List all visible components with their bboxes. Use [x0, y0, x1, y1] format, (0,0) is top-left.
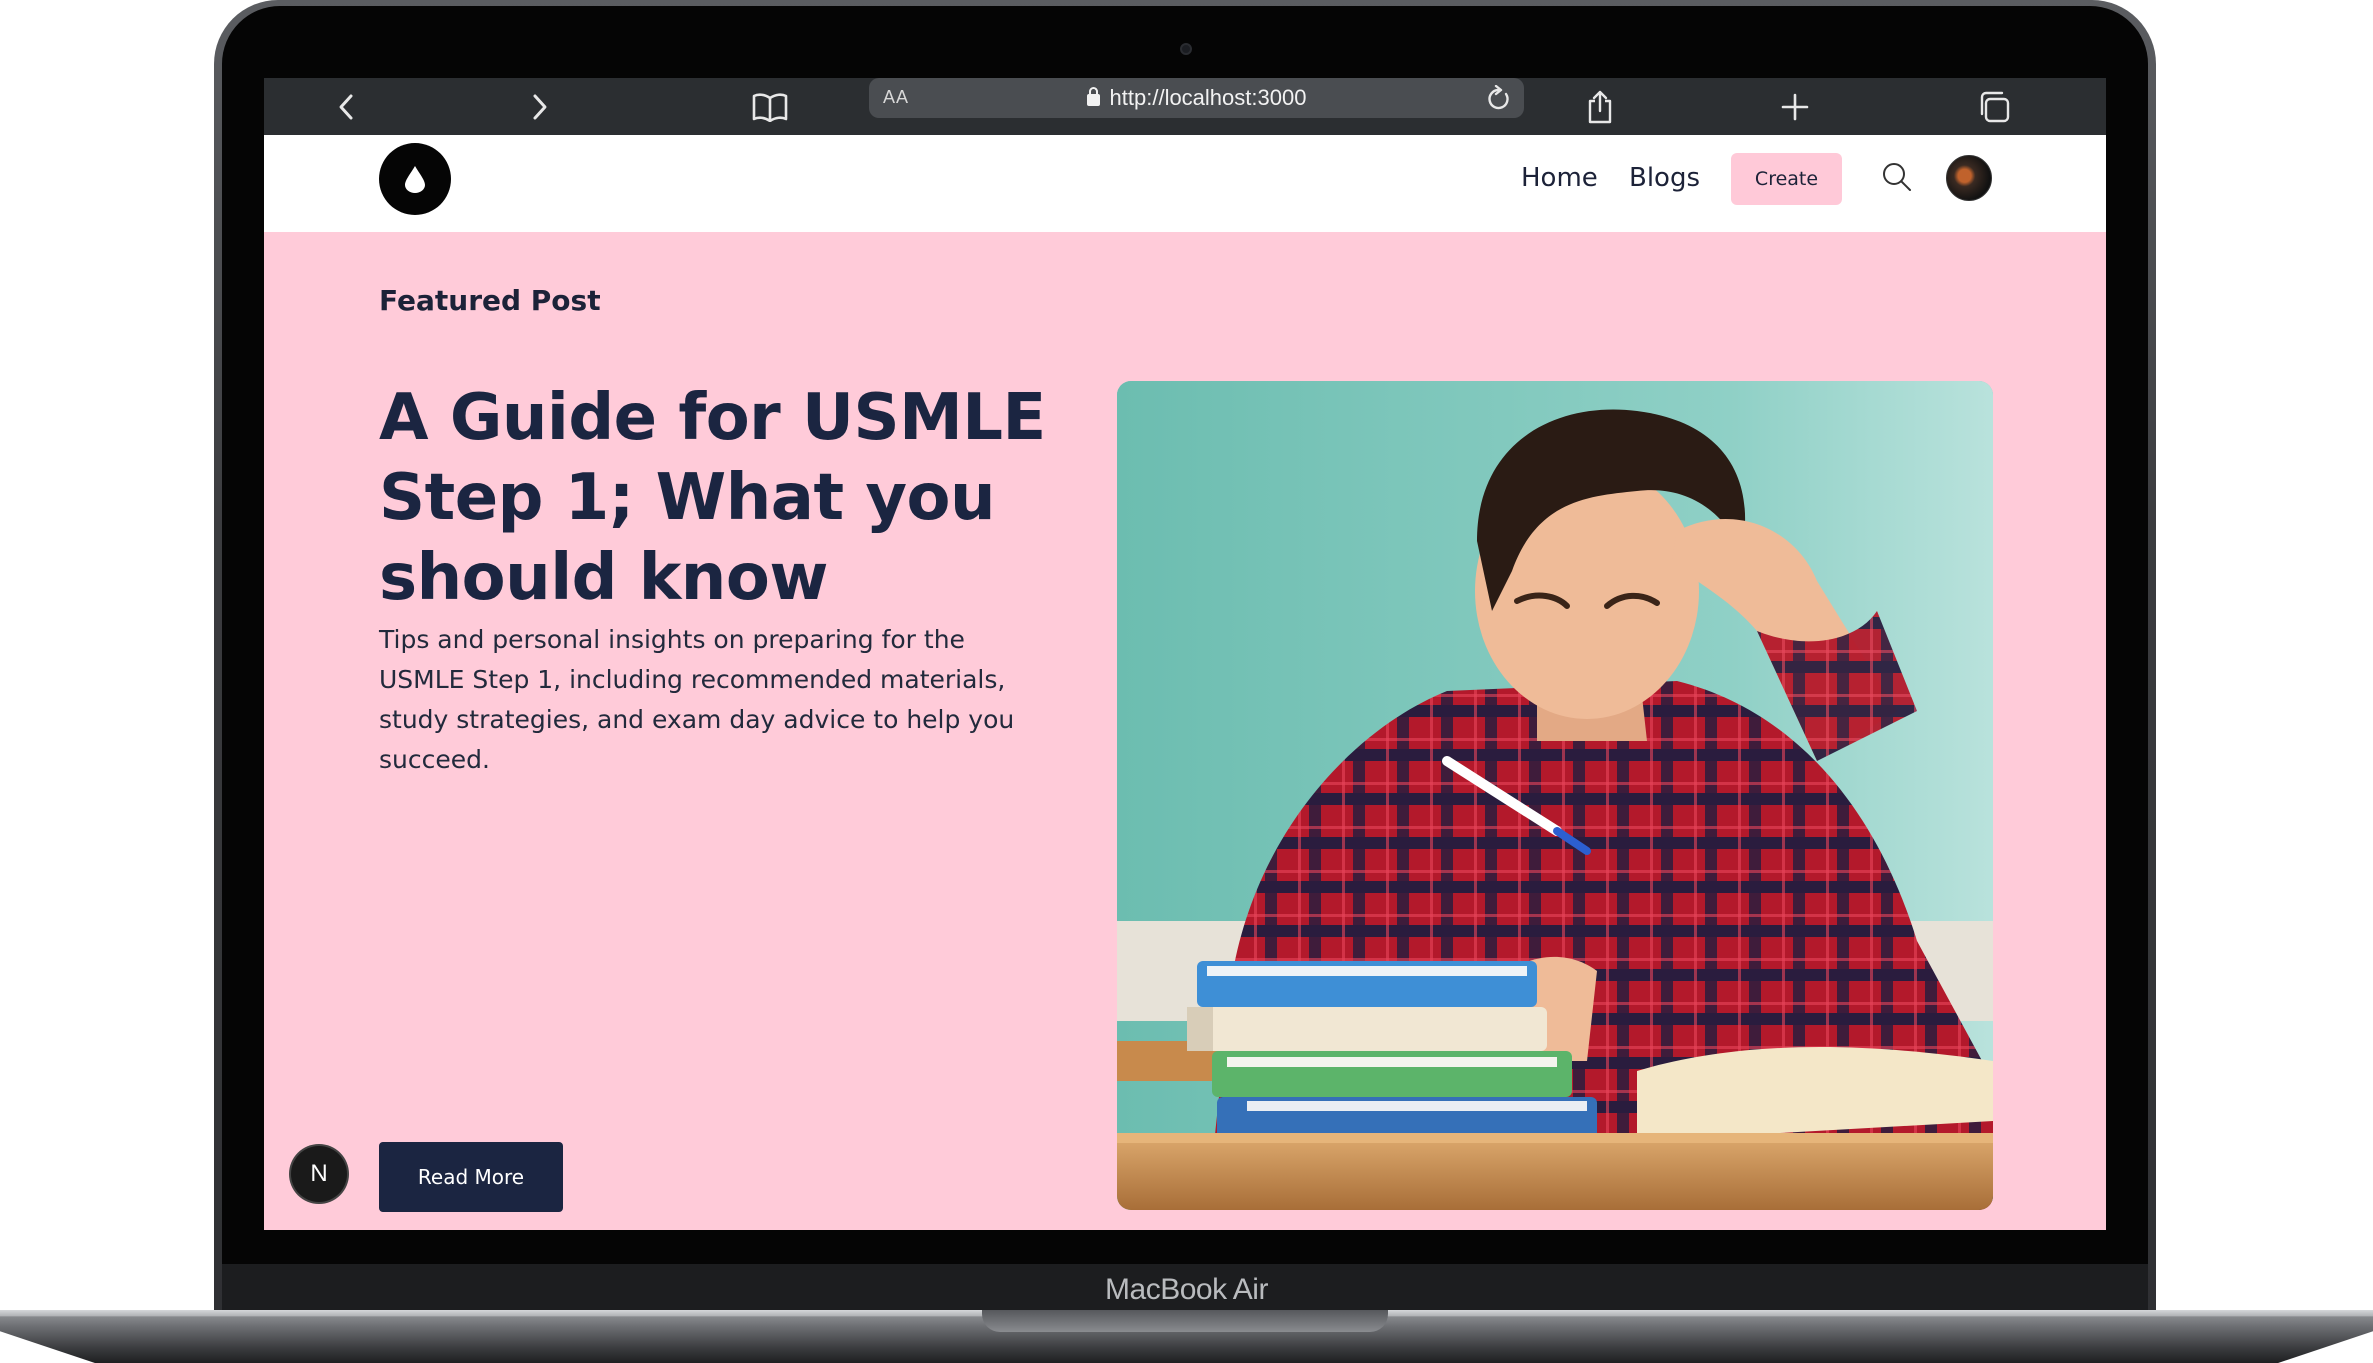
- hinge-notch: [982, 1310, 1388, 1332]
- featured-image[interactable]: [1117, 381, 1993, 1210]
- tabs-overview-icon[interactable]: [1974, 78, 2014, 135]
- lock-icon: [1086, 87, 1100, 106]
- browser-toolbar: AA http://localhost:3000: [264, 78, 2106, 135]
- read-more-button[interactable]: Read More: [379, 1142, 563, 1212]
- post-excerpt: Tips and personal insights on preparing …: [379, 625, 1015, 774]
- new-tab-icon[interactable]: [1775, 78, 1815, 135]
- create-button[interactable]: Create: [1731, 153, 1842, 205]
- nav-link-blogs[interactable]: Blogs: [1629, 163, 1700, 193]
- site-header: Home Blogs Create: [264, 135, 2106, 232]
- featured-label: Featured Post: [379, 284, 601, 317]
- site-logo[interactable]: [379, 143, 451, 215]
- forward-icon[interactable]: [520, 78, 560, 135]
- drop-logo-icon: [405, 166, 425, 193]
- reload-icon[interactable]: [1484, 84, 1512, 118]
- back-icon[interactable]: [326, 78, 366, 135]
- share-icon[interactable]: [1580, 78, 1620, 135]
- student-studying-illustration: [1117, 381, 1993, 1210]
- camera-icon: [1180, 43, 1192, 55]
- bookmarks-icon[interactable]: [748, 78, 792, 135]
- url-field[interactable]: http://localhost:3000: [869, 78, 1524, 118]
- screen: AA http://localhost:3000 Home Blogs Crea…: [264, 78, 2106, 1230]
- laptop-frame: AA http://localhost:3000 Home Blogs Crea…: [0, 0, 2373, 1363]
- avatar[interactable]: [1946, 155, 1992, 201]
- nextjs-dev-indicator[interactable]: N: [291, 1146, 347, 1202]
- url-text: http://localhost:3000: [1109, 85, 1307, 110]
- post-title[interactable]: A Guide for USMLE Step 1; What you shoul…: [379, 378, 1059, 618]
- address-bar[interactable]: AA http://localhost:3000: [869, 78, 1524, 118]
- device-label: MacBook Air: [1105, 1273, 1268, 1306]
- search-icon[interactable]: [1881, 161, 1913, 198]
- nav-link-home[interactable]: Home: [1521, 163, 1598, 193]
